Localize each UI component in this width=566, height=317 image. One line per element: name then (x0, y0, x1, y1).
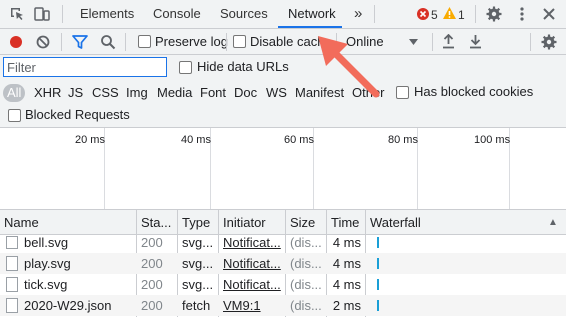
error-count: 5 (431, 8, 438, 22)
blocked-requests-label: Blocked Requests (25, 107, 130, 122)
network-toolbar: Preserve log Disable cach Online (0, 29, 566, 55)
timeline-tick-label: 40 ms (181, 134, 211, 146)
separator (432, 33, 433, 51)
type-filter-ws[interactable]: WS (266, 84, 287, 102)
request-name: bell.svg (24, 235, 69, 250)
preserve-log-checkbox[interactable] (138, 35, 151, 48)
timeline-tick-label: 20 ms (75, 134, 105, 146)
has-blocked-cookies-checkbox[interactable] (396, 86, 409, 99)
error-icon[interactable] (417, 8, 429, 20)
blocked-requests-checkbox[interactable] (8, 109, 21, 122)
has-blocked-cookies-label: Has blocked cookies (414, 84, 534, 99)
separator (226, 33, 227, 51)
more-tabs-button[interactable]: » (354, 0, 362, 28)
tab-elements[interactable]: Elements (80, 0, 134, 28)
request-status: 200 (141, 235, 163, 250)
request-name: 2020-W29.json (24, 298, 112, 313)
settings-gear-icon[interactable] (486, 6, 502, 22)
request-size: (dis... (290, 235, 322, 250)
type-filter-img[interactable]: Img (126, 84, 148, 102)
svg-file-icon (6, 236, 18, 249)
json-file-icon (6, 298, 18, 313)
request-time: 2 ms (332, 298, 361, 313)
request-type: svg... (182, 256, 214, 271)
table-row[interactable]: 2020-W29.json 200 fetch VM9:1 (dis... 2 … (0, 295, 566, 316)
request-name: tick.svg (24, 277, 68, 292)
device-toolbar-icon[interactable] (34, 6, 50, 22)
svg-file-icon (6, 256, 18, 271)
request-status: 200 (141, 298, 163, 313)
disable-cache-checkbox[interactable] (233, 35, 246, 48)
separator (62, 5, 63, 23)
chevron-down-icon[interactable] (409, 39, 418, 45)
request-name: play.svg (24, 256, 71, 271)
annotation-arrow-icon (318, 36, 380, 98)
hide-data-urls-checkbox[interactable] (179, 61, 192, 74)
devtools-tab-bar: Elements Console Sources Network » 5 1 (0, 0, 566, 29)
separator (475, 5, 476, 23)
search-icon[interactable] (100, 34, 116, 50)
request-time: 4 ms (332, 256, 361, 271)
type-filter-media[interactable]: Media (157, 84, 192, 102)
waterfall-bar (377, 279, 379, 290)
timeline-tick-label: 80 ms (388, 134, 418, 146)
request-time: 4 ms (332, 277, 361, 292)
type-filter-js[interactable]: JS (68, 84, 83, 102)
separator (374, 5, 375, 23)
export-har-icon[interactable] (469, 34, 482, 49)
request-size: (dis... (290, 256, 322, 271)
request-initiator-link[interactable]: Notificat... (219, 274, 285, 295)
separator (125, 33, 126, 51)
more-options-icon[interactable] (514, 6, 530, 22)
type-filter-all[interactable]: All (3, 84, 26, 102)
tab-console[interactable]: Console (153, 0, 201, 28)
separator (530, 33, 531, 51)
request-type: svg... (182, 235, 214, 250)
request-type: fetch (182, 298, 211, 313)
type-filter-font[interactable]: Font (200, 84, 226, 102)
timeline-overview[interactable]: 20 ms 40 ms 60 ms 80 ms 100 ms (0, 128, 566, 210)
waterfall-bar (377, 237, 379, 248)
request-status: 200 (141, 277, 163, 292)
waterfall-bar (377, 300, 379, 311)
tab-network[interactable]: Network (288, 0, 336, 28)
timeline-tick-label: 60 ms (284, 134, 314, 146)
warning-count: 1 (458, 8, 465, 22)
hide-data-urls-label: Hide data URLs (197, 59, 289, 74)
table-row[interactable]: bell.svg 200 svg... Notificat... (dis...… (0, 232, 566, 253)
filter-bar: Hide data URLs All XHR JS CSS Img Media … (0, 55, 566, 128)
close-icon[interactable] (541, 6, 557, 22)
request-status: 200 (141, 256, 163, 271)
inspect-element-icon[interactable] (9, 6, 25, 22)
filter-input[interactable] (3, 57, 167, 77)
request-initiator-link[interactable]: Notificat... (219, 253, 285, 274)
table-row[interactable]: play.svg 200 svg... Notificat... (dis...… (0, 253, 566, 274)
type-filter-css[interactable]: CSS (92, 84, 119, 102)
request-initiator-link[interactable]: VM9:1 (219, 295, 285, 316)
type-filter-xhr[interactable]: XHR (34, 84, 61, 102)
filter-icon[interactable] (72, 34, 88, 50)
request-size: (dis... (290, 277, 322, 292)
network-settings-gear-icon[interactable] (541, 34, 557, 50)
warning-icon[interactable] (443, 7, 456, 19)
clear-icon[interactable] (36, 35, 50, 49)
svg-file-icon (6, 277, 18, 292)
record-icon[interactable] (9, 35, 23, 49)
tab-sources[interactable]: Sources (220, 0, 268, 28)
separator (61, 33, 62, 51)
import-har-icon[interactable] (442, 34, 455, 49)
waterfall-bar (377, 258, 379, 269)
request-size: (dis... (290, 298, 322, 313)
type-filter-doc[interactable]: Doc (234, 84, 257, 102)
table-row[interactable]: tick.svg 200 svg... Notificat... (dis...… (0, 274, 566, 295)
request-time: 4 ms (332, 235, 361, 250)
request-type: svg... (182, 277, 214, 292)
timeline-tick-label: 100 ms (474, 134, 511, 146)
request-initiator-link[interactable]: Notificat... (219, 232, 285, 253)
preserve-log-label: Preserve log (155, 34, 228, 49)
